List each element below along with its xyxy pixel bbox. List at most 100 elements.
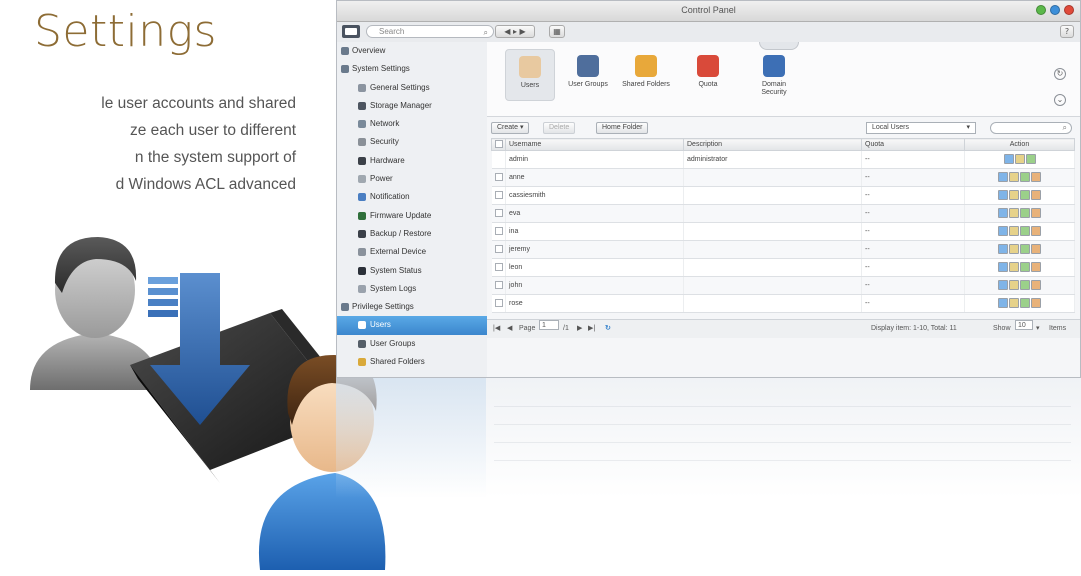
row-checkbox[interactable] [494, 244, 503, 253]
sidebar-item-system-logs[interactable]: System Logs [337, 280, 487, 298]
app-user-groups[interactable]: User Groups [563, 51, 613, 89]
sidebar-item-external-device[interactable]: External Device [337, 243, 487, 261]
sidebar-item-users[interactable]: Users [337, 316, 487, 335]
table-row[interactable]: cassiesmith -- [491, 186, 1075, 205]
close-button[interactable] [1064, 5, 1074, 15]
row-checkbox[interactable] [494, 190, 503, 199]
refresh-icon[interactable]: ↻ [605, 320, 611, 338]
sidebar-item-security[interactable]: Security [337, 133, 487, 151]
sidebar-item-power[interactable]: Power [337, 170, 487, 188]
refresh-icon[interactable]: ↻ [1054, 68, 1066, 80]
sidebar-item-shared-folders[interactable]: Shared Folders [337, 353, 487, 371]
password-icon[interactable] [1009, 207, 1019, 218]
quota-icon[interactable] [1031, 261, 1041, 272]
maximize-button[interactable] [1050, 5, 1060, 15]
app-quota[interactable]: Quota [683, 51, 733, 89]
quota-icon[interactable] [1031, 279, 1041, 290]
sidebar-item-storage-manager[interactable]: Storage Manager [337, 97, 487, 115]
password-icon[interactable] [1009, 243, 1019, 254]
edit-icon[interactable] [1003, 153, 1014, 164]
sidebar-item-system-settings[interactable]: System Settings [337, 60, 487, 78]
table-row[interactable]: admin administrator -- [491, 150, 1075, 169]
table-row[interactable]: jeremy -- [491, 240, 1075, 259]
permission-icon[interactable] [1020, 243, 1030, 254]
table-row[interactable]: ina -- [491, 222, 1075, 241]
table-row[interactable]: eva -- [491, 204, 1075, 223]
sidebar-item-network[interactable]: Network [337, 115, 487, 133]
select-all-checkbox[interactable] [491, 138, 506, 151]
prev-page-icon[interactable]: ◀ [507, 320, 512, 338]
sidebar-item-privilege-settings[interactable]: Privilege Settings [337, 298, 487, 316]
search-input[interactable]: Search ⌕ [366, 25, 494, 38]
quota-icon[interactable] [1031, 243, 1041, 254]
table-row[interactable]: john -- [491, 276, 1075, 295]
first-page-icon[interactable]: |◀ [493, 320, 500, 338]
quota-icon[interactable] [1031, 207, 1041, 218]
delete-button[interactable]: Delete [543, 122, 576, 134]
quota-icon[interactable] [1031, 225, 1041, 236]
expand-down-icon[interactable]: ⌄ [1054, 94, 1066, 106]
sidebar-item-general-settings[interactable]: General Settings [337, 79, 487, 97]
row-checkbox[interactable] [494, 280, 503, 289]
row-checkbox[interactable] [494, 226, 503, 235]
edit-icon[interactable] [998, 297, 1008, 308]
app-shared-folders[interactable]: Shared Folders [621, 51, 671, 89]
grid-search-input[interactable]: ⌕ [990, 122, 1072, 134]
help-icon[interactable]: ? [1060, 25, 1074, 38]
sidebar-item-firmware-update[interactable]: Firmware Update [337, 207, 487, 225]
quota-icon[interactable] [1031, 189, 1041, 200]
edit-icon[interactable] [998, 261, 1008, 272]
row-checkbox[interactable] [494, 208, 503, 217]
edit-icon[interactable] [998, 279, 1008, 290]
edit-icon[interactable] [998, 207, 1008, 218]
permission-icon[interactable] [1025, 153, 1036, 164]
row-checkbox-cell[interactable] [491, 186, 506, 205]
row-checkbox-cell[interactable] [491, 294, 506, 313]
permission-icon[interactable] [1020, 189, 1030, 200]
password-icon[interactable] [1009, 261, 1019, 272]
permission-icon[interactable] [1020, 297, 1030, 308]
app-users[interactable]: Users [505, 49, 555, 101]
home-folder-button[interactable]: Home Folder [596, 122, 649, 134]
row-checkbox[interactable] [494, 262, 503, 271]
row-checkbox-cell[interactable] [491, 222, 506, 241]
table-row[interactable]: rose -- [491, 294, 1075, 313]
quota-icon[interactable] [1031, 297, 1041, 308]
edit-icon[interactable] [998, 225, 1008, 236]
sidebar-toggle-icon[interactable] [342, 25, 360, 38]
create-button[interactable]: Create ▾ [491, 122, 530, 134]
edit-icon[interactable] [998, 189, 1008, 200]
page-input[interactable]: 1 [539, 320, 559, 330]
password-icon[interactable] [1014, 153, 1025, 164]
permission-icon[interactable] [1020, 279, 1030, 290]
permission-icon[interactable] [1020, 261, 1030, 272]
row-checkbox-cell[interactable] [491, 258, 506, 277]
edit-icon[interactable] [998, 243, 1008, 254]
row-checkbox[interactable] [494, 172, 503, 181]
password-icon[interactable] [1009, 189, 1019, 200]
edit-icon[interactable] [998, 171, 1008, 182]
table-row[interactable]: leon -- [491, 258, 1075, 277]
items-per-page-select[interactable]: 10 [1015, 320, 1033, 330]
back-forward-button[interactable]: ◀ ▸ ▶ [495, 25, 535, 38]
permission-icon[interactable] [1020, 171, 1030, 182]
password-icon[interactable] [1009, 225, 1019, 236]
next-page-icon[interactable]: ▶ [577, 320, 582, 338]
column-quota[interactable]: Quota [861, 138, 965, 151]
column-username[interactable]: Username [505, 138, 684, 151]
sidebar-item-system-status[interactable]: System Status [337, 262, 487, 280]
last-page-icon[interactable]: ▶| [588, 320, 595, 338]
table-row[interactable]: anne -- [491, 168, 1075, 187]
row-checkbox-cell[interactable] [491, 240, 506, 259]
sidebar-item-hardware[interactable]: Hardware [337, 152, 487, 170]
sidebar-item-notification[interactable]: Notification [337, 188, 487, 206]
grid-view-button[interactable]: ▦ [549, 25, 565, 38]
items-per-page-arrow[interactable]: ▾ [1036, 320, 1040, 338]
password-icon[interactable] [1009, 171, 1019, 182]
quota-icon[interactable] [1031, 171, 1041, 182]
row-checkbox-cell[interactable] [491, 168, 506, 187]
password-icon[interactable] [1009, 279, 1019, 290]
permission-icon[interactable] [1020, 225, 1030, 236]
minimize-button[interactable] [1036, 5, 1046, 15]
sidebar-item-backup-restore[interactable]: Backup / Restore [337, 225, 487, 243]
